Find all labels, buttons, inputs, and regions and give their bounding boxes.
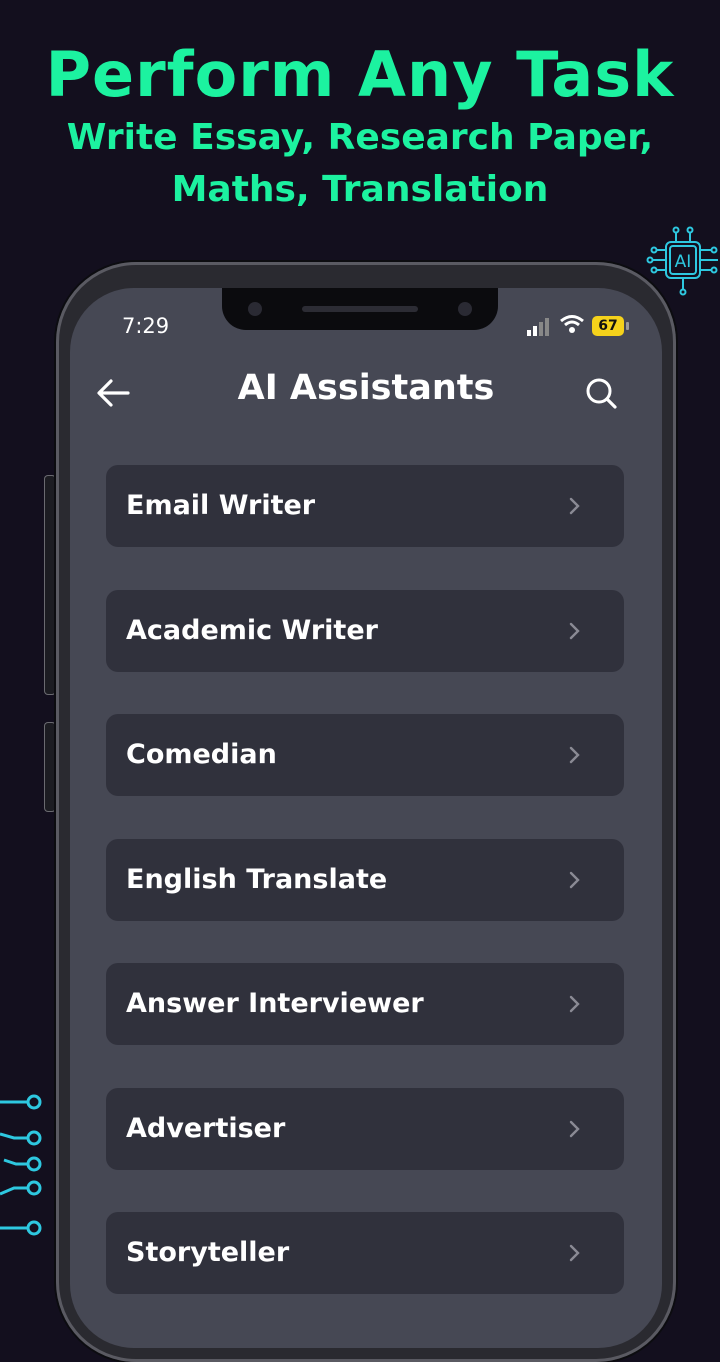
sensor-icon <box>458 302 472 316</box>
assistant-item-english-translate[interactable]: English Translate <box>106 839 624 921</box>
page-title: AI Assistants <box>237 368 495 408</box>
circuit-decoration-icon <box>0 1094 42 1236</box>
assistant-item-storyteller[interactable]: Storyteller <box>106 1212 624 1294</box>
assistant-item-label: Email Writer <box>126 490 316 521</box>
search-icon[interactable] <box>584 376 618 410</box>
promo-subtitle-line-1: Write Essay, Research Paper, <box>66 117 654 158</box>
phone-side-button-lower <box>44 722 56 812</box>
chevron-right-icon <box>569 497 580 515</box>
cellular-signal-icon <box>527 318 549 336</box>
ai-chip-icon: AI <box>646 226 718 296</box>
assistant-item-label: Answer Interviewer <box>126 988 424 1019</box>
assistant-item-comedian[interactable]: Comedian <box>106 714 624 796</box>
assistant-item-label: Comedian <box>126 739 277 770</box>
speaker-grille <box>302 306 418 312</box>
phone-notch <box>222 288 498 330</box>
assistant-item-label: Academic Writer <box>126 615 378 646</box>
promo-title: Perform Any Task <box>45 38 675 111</box>
chevron-right-icon <box>569 1244 580 1262</box>
battery-indicator: 67 <box>592 316 629 336</box>
chevron-right-icon <box>569 1120 580 1138</box>
ai-badge-label: AI <box>675 252 692 272</box>
assistant-item-label: Storyteller <box>126 1237 290 1268</box>
assistant-item-academic-writer[interactable]: Academic Writer <box>106 590 624 672</box>
chevron-right-icon <box>569 622 580 640</box>
assistant-item-label: Advertiser <box>126 1113 286 1144</box>
camera-icon <box>248 302 262 316</box>
promo-subtitle-line-2: Maths, Translation <box>171 169 549 210</box>
chevron-right-icon <box>569 995 580 1013</box>
wifi-icon <box>560 315 584 333</box>
status-time: 7:29 <box>122 314 170 338</box>
chevron-right-icon <box>569 871 580 889</box>
assistant-item-label: English Translate <box>126 864 388 895</box>
assistant-item-answer-interviewer[interactable]: Answer Interviewer <box>106 963 624 1045</box>
assistant-item-email-writer[interactable]: Email Writer <box>106 465 624 547</box>
phone-side-button-upper <box>44 475 56 695</box>
phone-screen: 7:29 67 AI Assistants Email Writer Acade… <box>70 288 662 1348</box>
promo-subtitle: Write Essay, Research Paper, Maths, Tran… <box>0 112 720 216</box>
chevron-right-icon <box>569 746 580 764</box>
assistant-item-advertiser[interactable]: Advertiser <box>106 1088 624 1170</box>
